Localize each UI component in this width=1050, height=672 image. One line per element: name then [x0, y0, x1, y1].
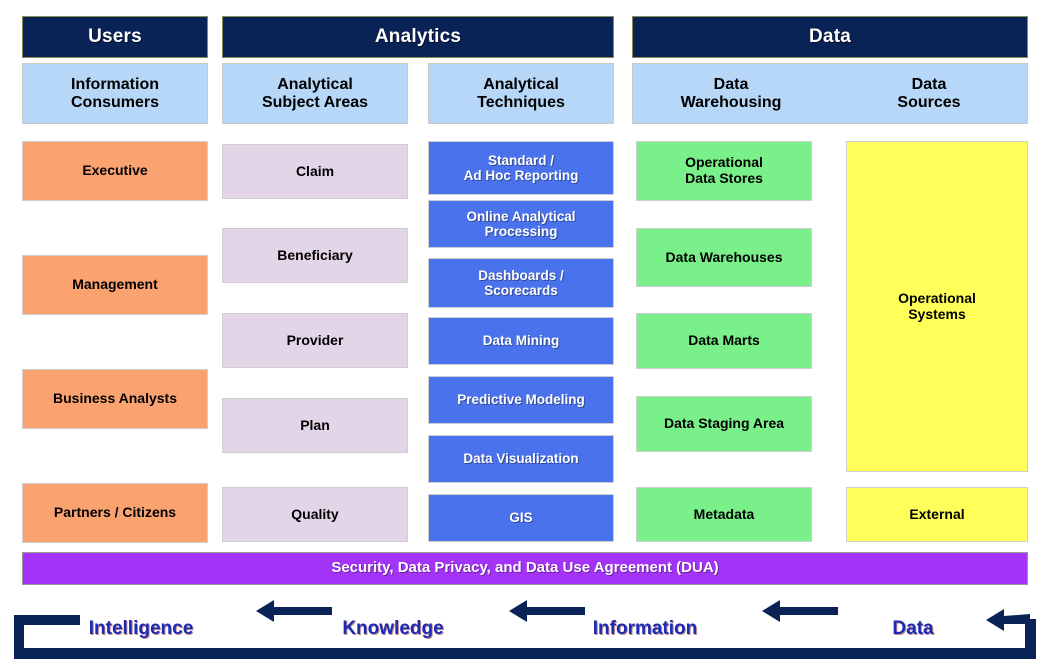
flow-arrow-3 — [762, 600, 838, 622]
flow-bracket-bottom — [14, 648, 1036, 659]
knowledge-flow-diagram — [14, 600, 1036, 659]
flow-label-information: Information — [592, 618, 698, 639]
flow-label-data: Data — [892, 618, 934, 639]
flow-label-knowledge: Knowledge — [342, 618, 444, 639]
analytics-reference-architecture-diagram: Users Analytics Data Information Consume… — [0, 0, 1050, 672]
flow-arrow-4 — [986, 609, 1030, 631]
flow-label-intelligence: Intelligence — [88, 618, 194, 639]
